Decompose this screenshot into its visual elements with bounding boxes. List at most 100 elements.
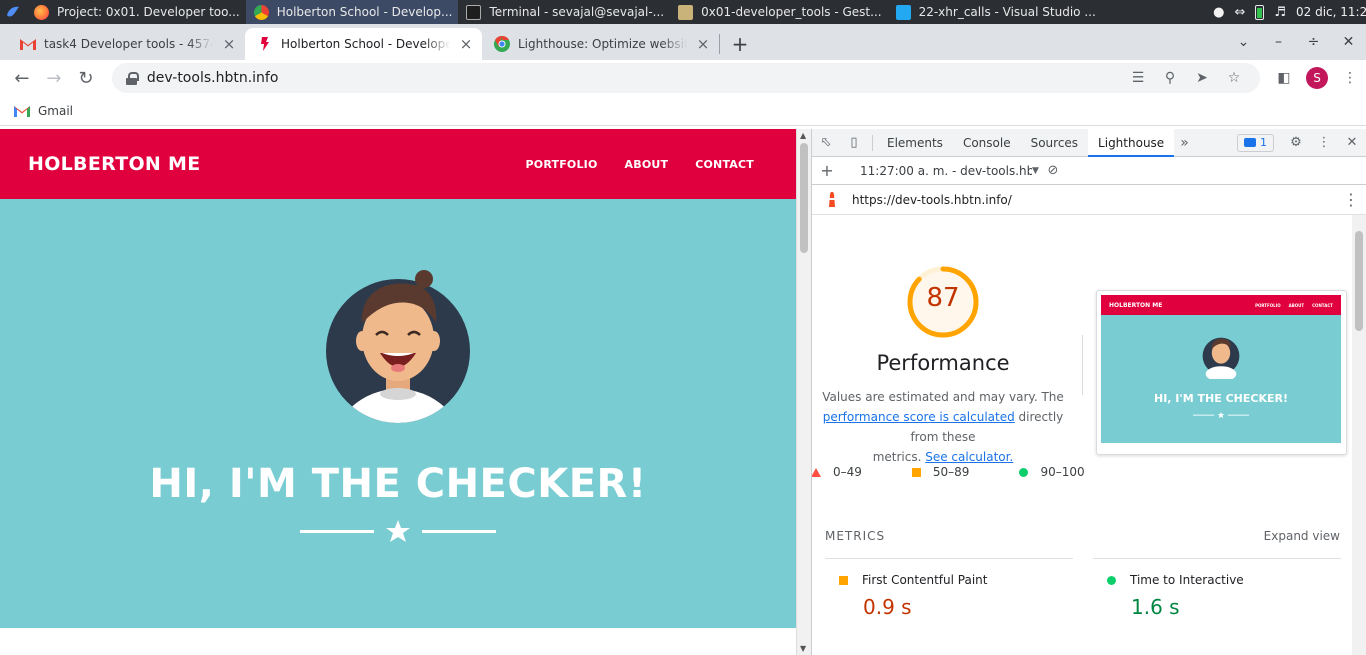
tab-console[interactable]: Console	[953, 129, 1021, 157]
zoom-icon[interactable]: ⚲	[1154, 70, 1186, 86]
site-brand[interactable]: HOLBERTON ME	[28, 153, 201, 175]
devtools-menu-icon[interactable]: ⋮	[1310, 129, 1338, 157]
firefox-icon	[34, 4, 49, 20]
back-icon[interactable]: ←	[6, 62, 38, 94]
report-url-row: https://dev-tools.hbtn.info/ ⋮	[812, 185, 1366, 215]
toolbar-divider	[872, 134, 873, 151]
lock-icon[interactable]	[125, 71, 139, 85]
report-url[interactable]: https://dev-tools.hbtn.info/	[852, 193, 1336, 207]
vscode-icon	[895, 4, 911, 20]
devtools-panel: ⬁ ▯ Elements Console Sources Lighthouse …	[811, 128, 1366, 655]
inspect-element-icon[interactable]: ⬁	[812, 129, 840, 157]
tab-close-icon[interactable]: ×	[458, 36, 474, 52]
screenshot-link: ABOUT	[1288, 302, 1305, 308]
tab-close-icon[interactable]: ×	[221, 36, 237, 52]
devtools-scroll-thumb[interactable]	[1355, 231, 1363, 331]
browser-tab-lighthouse[interactable]: Lighthouse: Optimize website sp ×	[482, 28, 719, 60]
issues-badge[interactable]: 1	[1237, 133, 1274, 152]
devtools-scrollbar[interactable]	[1352, 215, 1366, 655]
close-window-icon[interactable]: ✕	[1331, 34, 1366, 50]
close-devtools-icon[interactable]: ✕	[1338, 129, 1366, 157]
battery-icon[interactable]	[1255, 4, 1265, 20]
nav-link-portfolio[interactable]: PORTFOLIO	[526, 158, 598, 171]
notification-bell-icon[interactable]: ●	[1213, 5, 1224, 20]
tab-elements[interactable]: Elements	[877, 129, 953, 157]
side-panel-icon[interactable]: ◧	[1268, 70, 1300, 86]
network-icon[interactable]: ⇔	[1234, 5, 1245, 20]
star-divider	[300, 520, 496, 542]
final-screenshot[interactable]: HOLBERTON ME PORTFOLIO ABOUT CONTACT HI,…	[1096, 290, 1347, 455]
chrome-menu-icon[interactable]: ⋮	[1334, 70, 1366, 86]
legend-pass: 90–100	[1019, 465, 1085, 479]
scroll-up-icon[interactable]: ▲	[800, 131, 806, 140]
see-calculator-link[interactable]: See calculator.	[925, 450, 1013, 464]
report-menu-icon[interactable]: ⋮	[1336, 190, 1366, 209]
legend-average-label: 50–89	[932, 465, 970, 479]
url-text[interactable]: dev-tools.hbtn.info	[147, 70, 1122, 86]
translate-icon[interactable]: ☰	[1122, 70, 1154, 86]
nav-link-contact[interactable]: CONTACT	[695, 158, 754, 171]
taskbar-item-firefox[interactable]: Project: 0x01. Developer too...	[26, 0, 246, 24]
hero-section: HI, I'M THE CHECKER!	[0, 199, 796, 628]
lighthouse-toolbar: + 11:27:00 a. m. - dev-tools.hbtr ▼ ⊘	[812, 157, 1366, 185]
report-select[interactable]: 11:27:00 a. m. - dev-tools.hbtr	[860, 164, 1032, 178]
screenshot-link: CONTACT	[1312, 302, 1333, 308]
category-title: Performance	[876, 351, 1010, 375]
average-square-icon	[911, 467, 921, 477]
minimize-icon[interactable]: –	[1261, 34, 1296, 50]
screenshot-title: HI, I'M THE CHECKER!	[1154, 392, 1288, 405]
bookmark-star-icon[interactable]: ☆	[1218, 70, 1250, 86]
taskbar-item-chrome[interactable]: Holberton School - Develop...	[245, 0, 459, 24]
report-dropdown-icon[interactable]: ▼	[1032, 166, 1039, 176]
scroll-down-icon[interactable]: ▼	[800, 644, 806, 653]
tab-search-icon[interactable]: ⌄	[1226, 34, 1261, 50]
taskbar-item-vscode[interactable]: 22-xhr_calls - Visual Studio ...	[888, 0, 1102, 24]
browser-tab-gmail[interactable]: task4 Developer tools - 4574@h ×	[8, 28, 245, 60]
profile-avatar[interactable]: S	[1306, 67, 1329, 89]
taskbar-item-label: 22-xhr_calls - Visual Studio ...	[918, 5, 1096, 19]
site-navbar: HOLBERTON ME PORTFOLIO ABOUT CONTACT	[0, 129, 796, 199]
os-taskbar: Project: 0x01. Developer too... Holberto…	[0, 0, 1366, 24]
bookmarks-bar: Gmail	[0, 96, 1366, 126]
page-scrollbar[interactable]: ▲ ▼	[796, 129, 811, 655]
taskbar-item-file-manager[interactable]: 0x01-developer_tools - Gest...	[670, 0, 887, 24]
devtools-tabbar: ⬁ ▯ Elements Console Sources Lighthouse …	[812, 128, 1366, 157]
window-controls: ⌄ – ÷ ✕	[1226, 24, 1366, 60]
tab-lighthouse[interactable]: Lighthouse	[1088, 128, 1175, 157]
fail-triangle-icon	[812, 467, 821, 477]
avatar-illustration	[326, 270, 470, 423]
forward-icon[interactable]: →	[38, 62, 70, 94]
settings-gear-icon[interactable]: ⚙	[1282, 129, 1310, 157]
address-bar[interactable]: dev-tools.hbtn.info ☰ ⚲ ➤ ☆	[111, 63, 1261, 93]
browser-tab-holberton[interactable]: Holberton School - Developer to ×	[245, 28, 482, 60]
hero-title: HI, I'M THE CHECKER!	[149, 461, 647, 507]
start-menu-icon[interactable]	[0, 0, 26, 24]
tab-sources[interactable]: Sources	[1021, 129, 1088, 157]
device-toolbar-icon[interactable]: ▯	[840, 129, 868, 157]
volume-icon[interactable]: ♬	[1274, 5, 1286, 20]
tab-close-icon[interactable]: ×	[695, 36, 711, 52]
reload-icon[interactable]: ↻	[70, 62, 102, 94]
share-icon[interactable]: ➤	[1186, 70, 1218, 86]
tab-title: Lighthouse: Optimize website sp	[518, 37, 687, 51]
nav-link-about[interactable]: ABOUT	[625, 158, 669, 171]
clear-reports-icon[interactable]: ⊘	[1039, 157, 1067, 185]
expand-view-toggle[interactable]: Expand view	[1264, 529, 1340, 543]
metric-value: 0.9 s	[863, 595, 912, 619]
metric-fcp: First Contentful Paint 0.9 s	[825, 558, 1073, 619]
maximize-icon[interactable]: ÷	[1296, 34, 1331, 50]
screenshot-navbar: HOLBERTON ME PORTFOLIO ABOUT CONTACT	[1101, 295, 1341, 315]
more-tabs-icon[interactable]: »	[1174, 135, 1195, 151]
legend-fail: 0–49	[812, 465, 862, 479]
performance-score: 87	[926, 283, 960, 313]
gmail-icon	[14, 105, 30, 117]
new-tab-button[interactable]: +	[726, 30, 754, 58]
new-report-icon[interactable]: +	[812, 157, 842, 185]
page-scroll-thumb[interactable]	[800, 143, 808, 253]
taskbar-item-terminal[interactable]: Terminal - sevajal@sevajal-...	[458, 0, 670, 24]
clock[interactable]: 02 dic, 11:28	[1296, 5, 1366, 19]
score-calculated-link[interactable]: performance score is calculated	[823, 410, 1015, 424]
screenshot-avatar	[1202, 337, 1240, 379]
bookmark-gmail[interactable]: Gmail	[38, 104, 73, 118]
section-divider	[1082, 335, 1083, 395]
